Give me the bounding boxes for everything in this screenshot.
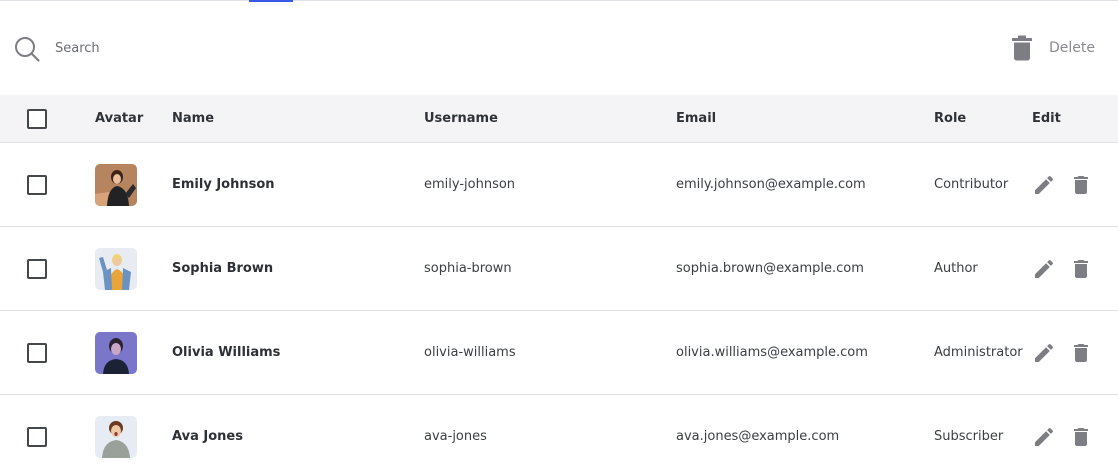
user-email: olivia.williams@example.com — [676, 345, 868, 360]
avatar-cell — [95, 395, 137, 466]
avatar — [95, 331, 137, 374]
row-checkbox[interactable] — [27, 342, 47, 363]
user-email: sophia.brown@example.com — [676, 261, 864, 276]
user-email: ava.jones@example.com — [676, 429, 840, 444]
avatar-cell — [95, 143, 137, 226]
row-actions — [1032, 143, 1093, 226]
user-username: sophia-brown — [424, 261, 512, 276]
row-checkbox[interactable] — [27, 426, 47, 447]
avatar — [95, 247, 137, 290]
user-name: Emily Johnson — [172, 177, 275, 192]
pencil-icon[interactable] — [1032, 257, 1056, 281]
column-header-name[interactable]: Name — [172, 95, 214, 142]
bulk-delete-button[interactable]: Delete — [1010, 33, 1095, 63]
user-username: emily-johnson — [424, 177, 516, 192]
select-all-cell — [27, 95, 47, 142]
trash-icon — [1012, 35, 1032, 61]
user-name: Sophia Brown — [172, 261, 274, 276]
select-all-checkbox[interactable] — [27, 108, 47, 129]
column-header-role[interactable]: Role — [934, 95, 966, 142]
column-header-username[interactable]: Username — [424, 95, 498, 142]
user-role: Author — [934, 261, 978, 276]
users-table: Avatar Name Username Email Role Edit Emi… — [0, 95, 1118, 466]
avatar-cell — [95, 227, 137, 310]
bulk-delete-label: Delete — [1049, 40, 1095, 56]
column-header-email[interactable]: Email — [676, 95, 716, 142]
user-username: ava-jones — [424, 429, 487, 444]
column-header-edit: Edit — [1032, 111, 1061, 126]
row-select-cell — [27, 227, 47, 310]
column-header-avatar[interactable]: Avatar — [95, 95, 143, 142]
table-row: Sophia Brown sophia-brown sophia.brown@e… — [0, 227, 1118, 311]
trash-icon[interactable] — [1069, 341, 1093, 365]
user-role: Administrator — [934, 345, 1023, 360]
avatar-cell — [95, 311, 137, 394]
search-input[interactable] — [55, 34, 355, 62]
toolbar: Delete — [0, 1, 1118, 95]
table-row: Emily Johnson emily-johnson emily.johnso… — [0, 143, 1118, 227]
avatar — [95, 415, 137, 458]
trash-icon[interactable] — [1069, 425, 1093, 449]
row-actions — [1032, 395, 1093, 466]
avatar — [95, 163, 137, 206]
pencil-icon[interactable] — [1032, 425, 1056, 449]
table-row: Ava Jones ava-jones ava.jones@example.co… — [0, 395, 1118, 466]
user-name: Olivia Williams — [172, 345, 281, 360]
pencil-icon[interactable] — [1032, 341, 1056, 365]
row-select-cell — [27, 311, 47, 394]
trash-icon[interactable] — [1069, 257, 1093, 281]
row-checkbox[interactable] — [27, 258, 47, 279]
user-role: Subscriber — [934, 429, 1004, 444]
row-select-cell — [27, 395, 47, 466]
pencil-icon[interactable] — [1032, 173, 1056, 197]
row-actions — [1032, 227, 1093, 310]
row-actions — [1032, 311, 1093, 394]
user-role: Contributor — [934, 177, 1009, 192]
row-checkbox[interactable] — [27, 174, 47, 195]
search-icon — [15, 37, 40, 62]
row-select-cell — [27, 143, 47, 226]
table-row: Olivia Williams olivia-williams olivia.w… — [0, 311, 1118, 395]
user-username: olivia-williams — [424, 345, 516, 360]
user-name: Ava Jones — [172, 429, 243, 444]
user-email: emily.johnson@example.com — [676, 177, 866, 192]
trash-icon[interactable] — [1069, 173, 1093, 197]
table-header: Avatar Name Username Email Role Edit — [0, 95, 1118, 143]
